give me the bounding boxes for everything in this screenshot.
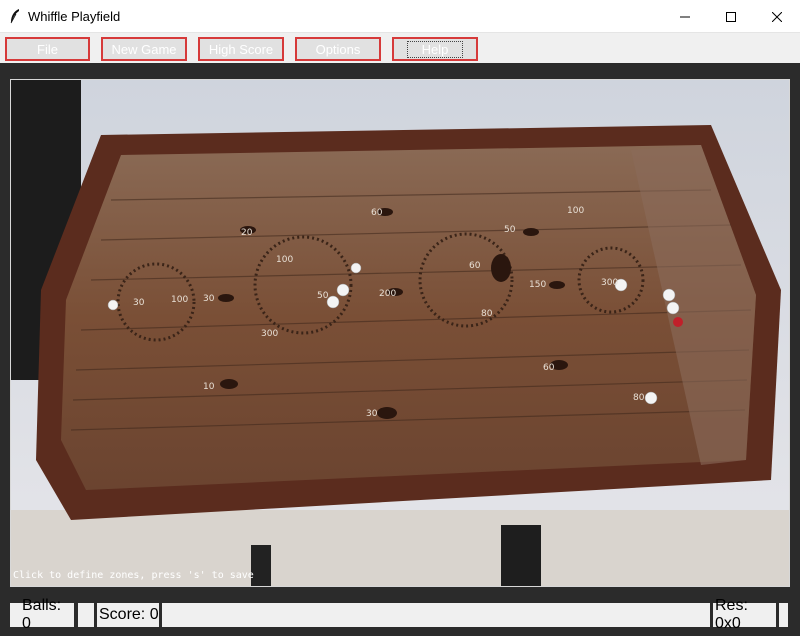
balls-counter: Balls: 0 bbox=[10, 597, 74, 632]
svg-text:50: 50 bbox=[504, 225, 516, 235]
canvas-hint-text: Click to define zones, press 's' to save bbox=[13, 570, 254, 581]
svg-text:100: 100 bbox=[276, 255, 293, 265]
menu-help-button[interactable]: Help bbox=[392, 37, 478, 61]
svg-text:30: 30 bbox=[133, 298, 145, 308]
resolution-readout: Res: 0x0 bbox=[713, 597, 776, 632]
title-bar: Whiffle Playfield bbox=[0, 0, 800, 33]
menu-new-game-button[interactable]: New Game bbox=[101, 37, 187, 61]
close-button[interactable] bbox=[754, 0, 800, 33]
menu-file-button[interactable]: File bbox=[5, 37, 90, 61]
svg-text:300: 300 bbox=[601, 278, 618, 288]
menu-help-label: Help bbox=[406, 40, 464, 58]
playfield-photo: 20 60 100 50 100 50 30 300 30 200 60 80 150 300 10… bbox=[11, 80, 789, 586]
status-end-cap bbox=[779, 603, 788, 627]
close-icon bbox=[772, 11, 782, 22]
svg-text:30: 30 bbox=[203, 294, 215, 304]
svg-text:80: 80 bbox=[633, 393, 645, 403]
score-counter: Score: 0 bbox=[97, 603, 159, 627]
menu-options-button[interactable]: Options bbox=[295, 37, 381, 61]
playfield-canvas[interactable]: 20 60 100 50 100 50 30 300 30 200 60 80 150 300 10… bbox=[10, 79, 790, 587]
maximize-button[interactable] bbox=[708, 0, 754, 33]
main-area: 20 60 100 50 100 50 30 300 30 200 60 80 150 300 10… bbox=[0, 63, 800, 636]
svg-text:30: 30 bbox=[366, 409, 378, 419]
svg-text:100: 100 bbox=[171, 295, 188, 305]
svg-text:20: 20 bbox=[241, 228, 253, 238]
feather-icon bbox=[10, 9, 19, 24]
maximize-icon bbox=[726, 11, 736, 22]
svg-text:80: 80 bbox=[481, 309, 493, 319]
svg-text:60: 60 bbox=[543, 363, 555, 373]
svg-text:150: 150 bbox=[529, 280, 546, 290]
minimize-icon bbox=[680, 16, 690, 17]
status-message-field bbox=[162, 603, 710, 627]
svg-text:300: 300 bbox=[261, 329, 278, 339]
svg-text:60: 60 bbox=[371, 208, 383, 218]
svg-text:60: 60 bbox=[469, 261, 481, 271]
status-spacer bbox=[78, 603, 94, 627]
menu-bar: File New Game High Score Options Help bbox=[0, 33, 800, 63]
minimize-button[interactable] bbox=[662, 0, 708, 33]
window-title: Whiffle Playfield bbox=[28, 9, 121, 24]
svg-text:100: 100 bbox=[567, 206, 584, 216]
svg-text:10: 10 bbox=[203, 382, 215, 392]
svg-text:200: 200 bbox=[379, 289, 396, 299]
svg-text:50: 50 bbox=[317, 291, 329, 301]
menu-high-score-button[interactable]: High Score bbox=[198, 37, 284, 61]
